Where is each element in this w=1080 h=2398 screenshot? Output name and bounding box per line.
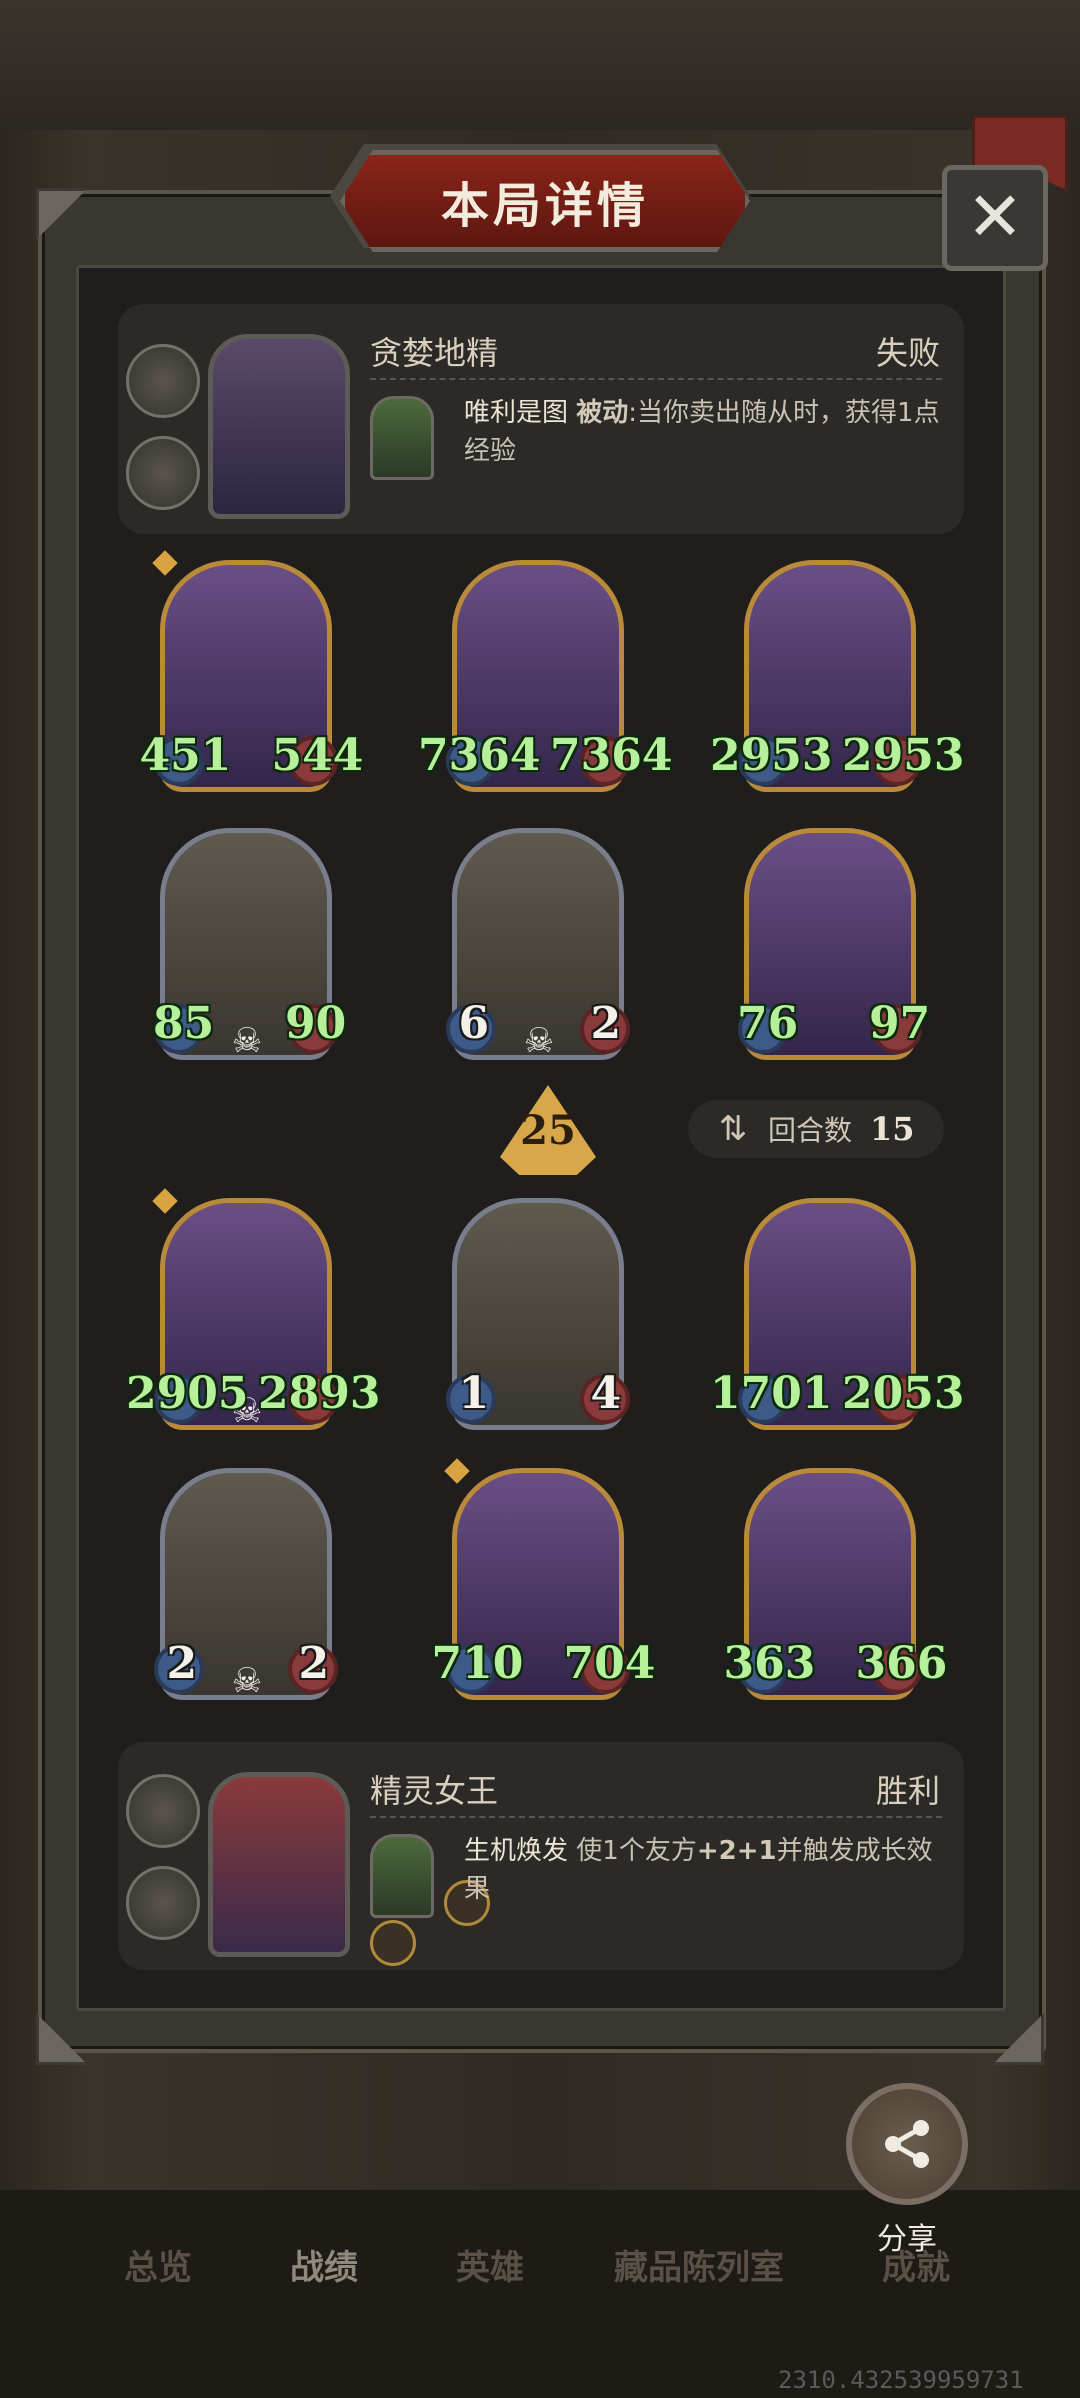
coordinate-readout: 2310.432539959731	[778, 2366, 1024, 2394]
close-button[interactable]: ✕	[942, 165, 1048, 271]
nav-tab-achievements[interactable]: 成就	[882, 2240, 950, 2289]
share-button[interactable]	[846, 2083, 968, 2205]
round-count-pill: ⇅ 回合数 15	[688, 1100, 944, 1158]
minion-attack: 710	[431, 1638, 524, 1689]
minion-attack: 2905	[126, 1368, 249, 1419]
opponent-result: 失败	[875, 334, 940, 372]
hero-power-type: 被动	[576, 398, 629, 428]
tier-number: 25	[520, 1107, 576, 1154]
opponent-player-card: 贪婪地精 失败 唯利是图 被动:当你卖出随从时，获得1点经验	[118, 304, 964, 534]
minion-health: 2053	[842, 1368, 965, 1419]
self-player-card: 精灵女王 胜利 生机焕发 使1个友方+2+1并触发成长效果	[118, 1742, 964, 1970]
minion-attack: 76	[737, 998, 799, 1049]
minion-card[interactable]: ☠ 6 2	[446, 828, 632, 1068]
minion-health: 2	[590, 998, 622, 1049]
clock-icon[interactable]	[126, 436, 200, 510]
minion-attack: 85	[153, 998, 215, 1049]
nav-tab-records[interactable]: 战绩	[290, 2240, 358, 2289]
self-result: 胜利	[875, 1772, 940, 1810]
coin-icon	[370, 1920, 416, 1966]
minion-attack: 1	[458, 1368, 490, 1419]
minion-card[interactable]: 451 544	[140, 550, 363, 800]
minion-health: 2	[298, 1638, 330, 1689]
nav-tab-heroes[interactable]: 英雄	[456, 2240, 524, 2289]
gift-icon[interactable]	[126, 344, 200, 418]
elf-queen-hero-portrait[interactable]	[208, 1772, 350, 1957]
minion-health: 544	[271, 730, 364, 781]
minion-health: 90	[285, 998, 347, 1049]
hero-power-description: 唯利是图 被动:当你卖出随从时，获得1点经验	[464, 394, 944, 470]
hero-power-name: 生机焕发	[464, 1836, 569, 1866]
minion-health: 2953	[842, 730, 965, 781]
hero-power-icon[interactable]	[370, 396, 434, 480]
hero-power-bonus: +2+1	[696, 1836, 777, 1866]
egg-icon[interactable]	[126, 1774, 200, 1848]
minion-health: 704	[563, 1638, 656, 1689]
scroll-icon[interactable]	[126, 1866, 200, 1940]
minion-card[interactable]: 7364 7364	[418, 560, 672, 800]
minion-card[interactable]: 76 97	[737, 828, 930, 1068]
hero-power-icon[interactable]	[370, 1834, 434, 1918]
minion-attack: 7364	[418, 730, 541, 781]
round-label: 回合数	[768, 1114, 853, 1147]
minion-card[interactable]: 2953 2953	[710, 560, 964, 800]
minion-attack: 363	[723, 1638, 816, 1689]
goblin-hero-portrait[interactable]	[208, 334, 350, 519]
minion-card[interactable]: ☠ 2 2	[154, 1468, 340, 1708]
minion-attack: 1701	[710, 1368, 833, 1419]
skull-icon: ☠	[523, 1021, 555, 1061]
skull-icon: ☠	[231, 1661, 263, 1701]
minion-card[interactable]: 710 704	[432, 1458, 655, 1708]
dialog-title: 本局详情	[440, 178, 649, 234]
bottom-nav: 总览 战绩 英雄 藏品陈列室 成就	[0, 2222, 1080, 2302]
divider	[370, 1816, 942, 1818]
round-value: 15	[870, 1110, 915, 1148]
minion-attack: 451	[139, 730, 232, 781]
minion-attack: 6	[458, 998, 490, 1049]
minion-card[interactable]: 14	[446, 1198, 632, 1438]
minion-health: 4	[590, 1368, 622, 1419]
opponent-name: 贪婪地精	[370, 334, 499, 372]
minion-health: 7364	[550, 730, 673, 781]
refresh-icon: ⇅	[718, 1109, 748, 1149]
top-background	[0, 0, 1080, 130]
minion-card[interactable]: 363 366	[724, 1468, 947, 1708]
hero-power-text: 使1个友方	[568, 1836, 697, 1866]
nav-tab-collection[interactable]: 藏品陈列室	[614, 2240, 784, 2289]
title-banner: 本局详情	[340, 150, 750, 252]
minion-attack: 2	[166, 1638, 198, 1689]
close-icon: ✕	[966, 178, 1024, 257]
minion-card[interactable]: ☠ 85 90	[153, 828, 346, 1068]
minion-card[interactable]: ☠ 2905 2893	[126, 1188, 380, 1438]
minion-health: 97	[869, 998, 931, 1049]
share-icon	[885, 2120, 929, 2168]
minion-health: 366	[855, 1638, 948, 1689]
divider	[370, 378, 942, 380]
nav-tab-overview[interactable]: 总览	[124, 2240, 192, 2289]
minion-attack: 2953	[710, 730, 833, 781]
self-name: 精灵女王	[370, 1772, 499, 1810]
minion-card[interactable]: 1701 2053	[710, 1198, 964, 1438]
hero-power-description: 生机焕发 使1个友方+2+1并触发成长效果	[464, 1832, 944, 1908]
minion-health: 2893	[258, 1368, 381, 1419]
hero-power-name: 唯利是图	[464, 398, 569, 428]
skull-icon: ☠	[231, 1021, 263, 1061]
